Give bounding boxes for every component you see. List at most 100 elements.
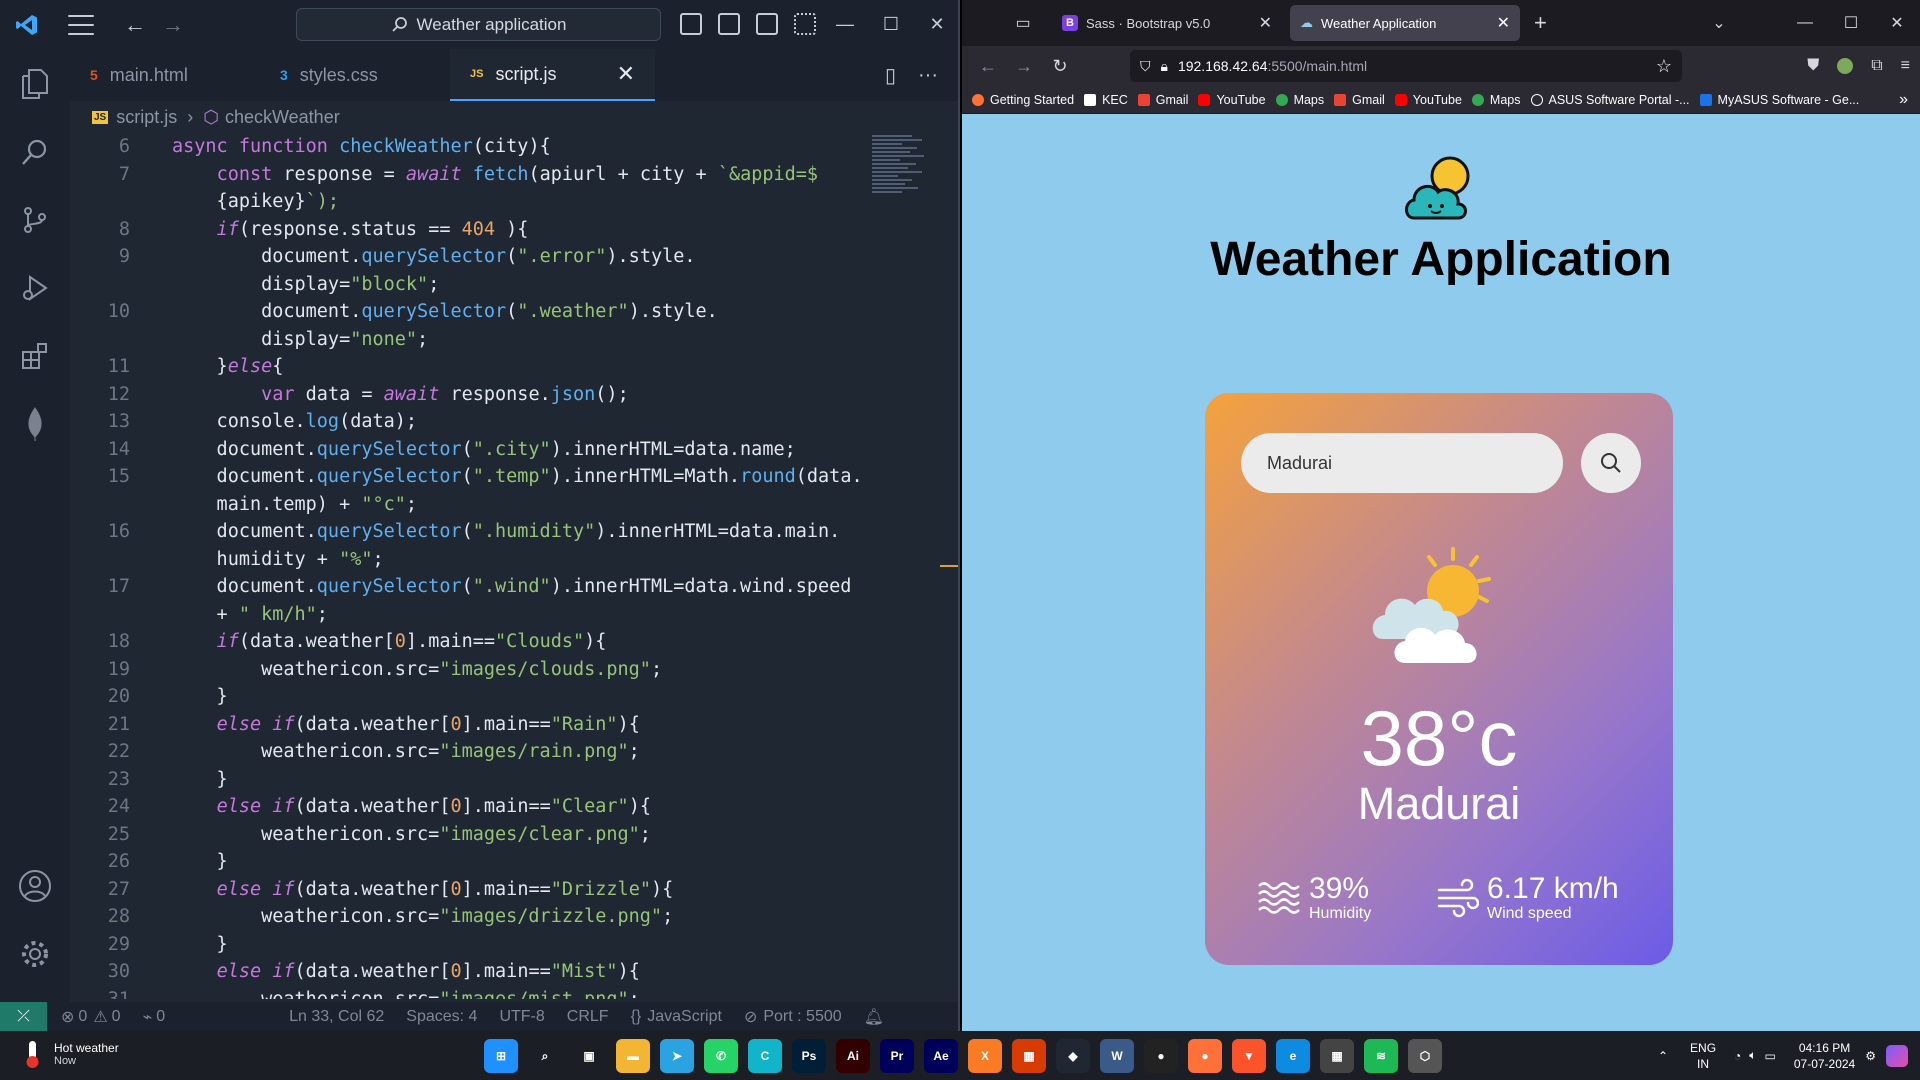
tab-sass-bootstrap[interactable]: B Sass · Bootstrap v5.0 ✕ [1052, 5, 1282, 41]
minimize-icon[interactable]: — [822, 14, 868, 35]
bookmark-youtube[interactable]: YouTube [1198, 93, 1266, 107]
minimize-icon[interactable]: — [1782, 14, 1828, 32]
language-indicator[interactable]: ENG IN [1690, 1040, 1716, 1072]
tab-weather-application[interactable]: ☁ Weather Application ✕ [1290, 5, 1520, 41]
brave-icon[interactable]: ▼ [1232, 1039, 1266, 1073]
app-menu-icon[interactable]: ≡ [1901, 57, 1910, 75]
code-line[interactable]: 28 weathericon.src="images/drizzle.png"; [70, 903, 880, 931]
bell-icon[interactable]: 🔔︎ [864, 1007, 884, 1027]
code-line[interactable]: 27 else if(data.weather[0].main=="Drizzl… [70, 876, 880, 904]
settings-gear-icon[interactable] [16, 935, 54, 973]
tab-main-html[interactable]: 5 main.html [70, 49, 260, 101]
tab-close-icon[interactable]: ✕ [617, 61, 635, 87]
extensions-icon[interactable]: ⧉ [1871, 57, 1882, 75]
source-control-icon[interactable] [16, 201, 54, 239]
new-tab-icon[interactable]: + [1534, 10, 1547, 36]
code-line[interactable]: + " km/h"; [70, 601, 880, 629]
code-line[interactable]: display="none"; [70, 326, 880, 354]
code-line[interactable]: 12 var data = await response.json(); [70, 381, 880, 409]
encoding[interactable]: UTF-8 [499, 1008, 544, 1026]
maximize-icon[interactable]: ☐ [1828, 13, 1874, 33]
search-button[interactable] [1581, 433, 1641, 493]
shield-icon[interactable]: ⛉ [1140, 58, 1151, 75]
breadcrumb-symbol[interactable]: checkWeather [225, 107, 340, 128]
code-line[interactable]: 14 document.querySelector(".city").inner… [70, 436, 880, 464]
customize-layout-icon[interactable] [794, 13, 816, 35]
account-icon[interactable] [16, 867, 54, 905]
edge-icon[interactable]: e [1276, 1039, 1310, 1073]
bookmark-star-icon[interactable]: ☆ [1656, 56, 1672, 77]
workbench-icon[interactable]: W [1100, 1039, 1134, 1073]
breadcrumb-file[interactable]: script.js [116, 107, 177, 128]
tab-script-js[interactable]: JS script.js ✕ [450, 49, 655, 101]
code-line[interactable]: 23 } [70, 766, 880, 794]
reload-icon[interactable]: ↻ [1042, 56, 1078, 77]
code-line[interactable]: 20 } [70, 683, 880, 711]
code-line[interactable]: 7 const response = await fetch(apiurl + … [70, 161, 880, 189]
remote-icon[interactable]: ⤫ [0, 1002, 47, 1031]
calendar-icon[interactable]: ▦ [1320, 1039, 1354, 1073]
toggle-sidebar-icon[interactable] [680, 13, 702, 35]
indentation[interactable]: Spaces: 4 [406, 1008, 477, 1026]
code-line[interactable]: 31 weathericon.src="images/mist.png"; [70, 986, 880, 1000]
toggle-secondary-sidebar-icon[interactable] [756, 13, 778, 35]
url-bar[interactable]: ⛉ 🔒︎ 192.168.42.64:5500/main.html ☆ [1130, 50, 1682, 82]
more-actions-icon[interactable]: ··· [918, 64, 938, 87]
file-explorer-icon[interactable]: ▬ [616, 1039, 650, 1073]
code-line[interactable]: 10 document.querySelector(".weather").st… [70, 298, 880, 326]
chevron-up-icon[interactable]: ⌃ [1658, 1049, 1668, 1063]
wifi-icon[interactable]: ◔ [1734, 1049, 1741, 1063]
code-line[interactable]: 29 } [70, 931, 880, 959]
weather-widget[interactable]: Hot weather Now [20, 1039, 119, 1069]
code-line[interactable]: display="block"; [70, 271, 880, 299]
explorer-icon[interactable] [16, 65, 54, 103]
city-search-input[interactable] [1241, 433, 1563, 493]
line-ending[interactable]: CRLF [567, 1008, 609, 1026]
volume-icon[interactable]: 🔈︎ [1749, 1048, 1756, 1063]
tab-styles-css[interactable]: 3 styles.css [260, 49, 450, 101]
code-line[interactable]: 25 weathericon.src="images/clear.png"; [70, 821, 880, 849]
command-center-search[interactable]: Weather application [296, 8, 661, 41]
minimap[interactable] [872, 133, 932, 223]
code-line[interactable]: {apikey}`); [70, 188, 880, 216]
bookmark-asus-portal[interactable]: ASUS Software Portal -... [1530, 93, 1690, 107]
language-mode[interactable]: JavaScript [647, 1008, 722, 1026]
list-all-tabs-icon[interactable]: ⌄ [1696, 13, 1742, 33]
code-line[interactable]: 22 weathericon.src="images/rain.png"; [70, 738, 880, 766]
maximize-icon[interactable]: ☐ [868, 14, 914, 35]
toggle-panel-icon[interactable] [718, 13, 740, 35]
code-line[interactable]: 6 async function checkWeather(city){ [70, 133, 880, 161]
canva-icon[interactable]: C [748, 1039, 782, 1073]
split-editor-icon[interactable]: ▯ [885, 63, 896, 88]
forward-arrow-icon[interactable]: → [162, 12, 184, 38]
close-icon[interactable]: ✕ [1874, 13, 1920, 33]
back-arrow-icon[interactable]: ← [970, 56, 1006, 77]
vscode-icon[interactable]: ◆ [1056, 1039, 1090, 1073]
photoshop-icon[interactable]: Ps [792, 1039, 826, 1073]
after-effects-icon[interactable]: Ae [924, 1039, 958, 1073]
code-line[interactable]: 18 if(data.weather[0].main=="Clouds"){ [70, 628, 880, 656]
bookmark-maps-2[interactable]: Maps [1471, 93, 1521, 107]
mongodb-leaf-icon[interactable] [16, 405, 54, 443]
code-line[interactable]: 9 document.querySelector(".error").style… [70, 243, 880, 271]
close-icon[interactable]: ✕ [914, 14, 958, 35]
bookmark-youtube-2[interactable]: YouTube [1394, 93, 1462, 107]
firefox-icon[interactable]: ● [1188, 1039, 1222, 1073]
chevron-more-icon[interactable]: » [1899, 91, 1908, 109]
bookmark-maps[interactable]: Maps [1275, 93, 1324, 107]
bookmark-getting-started[interactable]: Getting Started [972, 93, 1074, 107]
bookmark-gmail-2[interactable]: Gmail [1334, 93, 1385, 107]
bookmark-gmail[interactable]: Gmail [1137, 93, 1188, 107]
lock-icon[interactable]: 🔒︎ [1161, 58, 1168, 75]
telegram-icon[interactable]: ➤ [660, 1039, 694, 1073]
error-icon[interactable]: ⊗ [61, 1007, 74, 1027]
bookmark-myasus[interactable]: MyASUS Software - Ge... [1699, 93, 1859, 107]
bookmark-kec[interactable]: KEC [1084, 93, 1128, 107]
code-line[interactable]: main.temp) + "°c"; [70, 491, 880, 519]
forward-arrow-icon[interactable]: → [1006, 56, 1042, 77]
code-line[interactable]: humidity + "%"; [70, 546, 880, 574]
premiere-icon[interactable]: Pr [880, 1039, 914, 1073]
windows-start-icon[interactable]: ⊞ [484, 1039, 518, 1073]
illustrator-icon[interactable]: Ai [836, 1039, 870, 1073]
notification-icon[interactable]: ⚙ [1865, 1049, 1876, 1063]
